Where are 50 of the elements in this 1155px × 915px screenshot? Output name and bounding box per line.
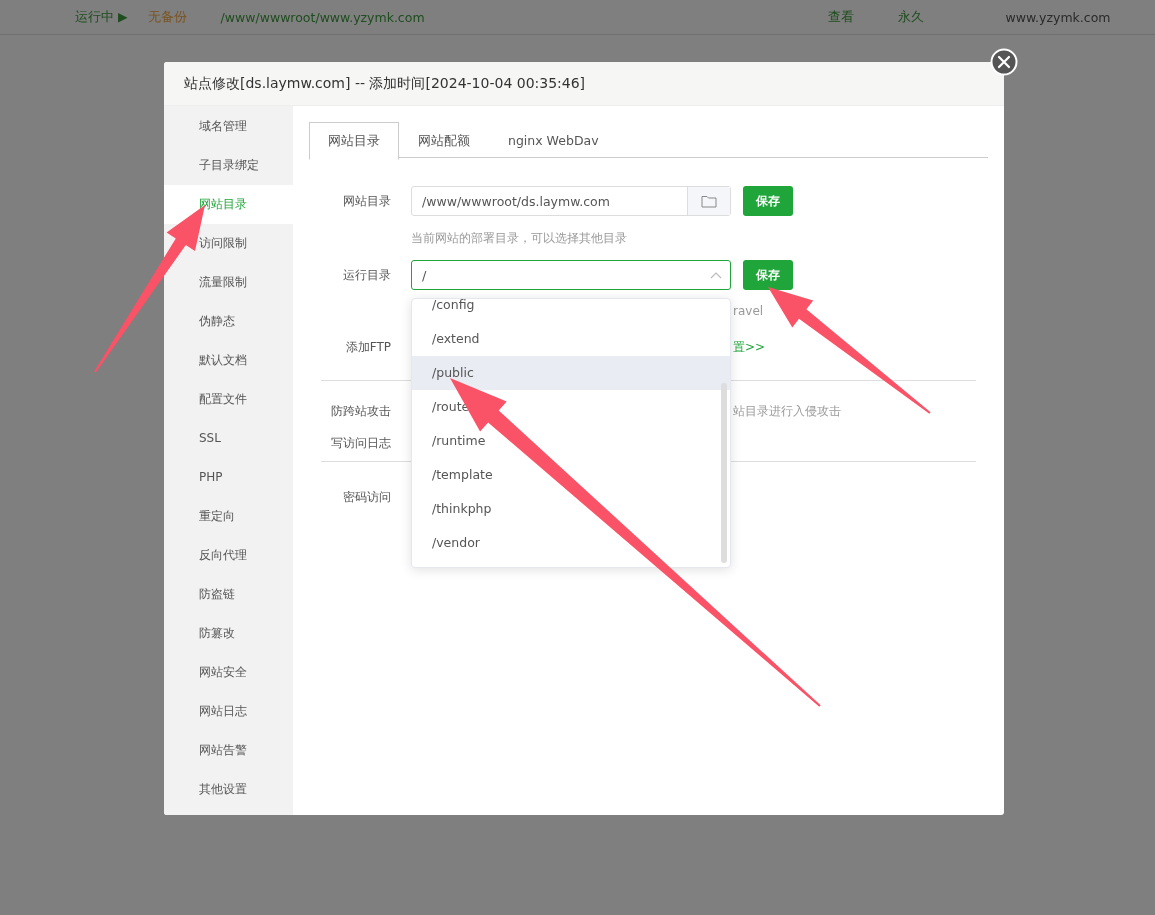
tab[interactable]: 网站目录: [309, 122, 399, 160]
field-label: 写访问日志: [330, 434, 391, 452]
sidebar-item[interactable]: 配置文件: [164, 380, 293, 419]
sidebar-item[interactable]: 其他设置: [164, 770, 293, 809]
sidebar-item[interactable]: 流量限制: [164, 263, 293, 302]
hint-text: 站目录进行入侵攻击: [733, 402, 841, 420]
tab[interactable]: 网站配额: [399, 122, 489, 159]
scrollbar[interactable]: [721, 383, 727, 563]
field-label: 防跨站攻击: [330, 402, 391, 420]
field-label: 添加FTP: [344, 338, 391, 356]
sidebar-item[interactable]: 网站安全: [164, 653, 293, 692]
sidebar-item[interactable]: 防盗链: [164, 575, 293, 614]
field-label: 密码访问: [342, 488, 391, 506]
dropdown-option[interactable]: /template: [412, 458, 730, 492]
dropdown-option[interactable]: /runtime: [412, 424, 730, 458]
sidebar-item[interactable]: 域名管理: [164, 107, 293, 146]
tab[interactable]: nginx WebDav: [489, 122, 618, 159]
dropdown-option[interactable]: /thinkphp: [412, 492, 730, 526]
sidebar-item[interactable]: 访问限制: [164, 224, 293, 263]
dropdown-option[interactable]: /vendor: [412, 526, 730, 560]
hint-text: ravel: [733, 304, 764, 318]
dropdown-option[interactable]: /route: [412, 390, 730, 424]
hint-text: 当前网站的部署目录，可以选择其他目录: [411, 229, 627, 247]
site-path: /www/wwwroot/www.yzymk.com: [220, 9, 425, 25]
settings-link[interactable]: 置>>: [733, 338, 766, 356]
folder-icon[interactable]: [701, 194, 717, 208]
backup-status: 无备份: [147, 8, 187, 26]
dialog-title: 站点修改[ds.laymw.com] -- 添加时间[2024-10-04 00:35:46]: [184, 74, 586, 93]
sidebar-item[interactable]: 网站日志: [164, 692, 293, 731]
field-label: 网站目录: [342, 192, 391, 210]
path-field[interactable]: /www/wwwroot/ds.laymw.com: [411, 186, 731, 216]
field-label: 运行目录: [342, 266, 391, 284]
dropdown-option[interactable]: /config: [412, 299, 730, 322]
domain-text: www.yzymk.com: [1005, 9, 1111, 25]
sidebar-item[interactable]: 默认文档: [164, 341, 293, 380]
sidebar-item[interactable]: 子目录绑定: [164, 146, 293, 185]
dropdown-option[interactable]: /extend: [412, 322, 730, 356]
dropdown-option[interactable]: /public: [412, 356, 730, 390]
sidebar-item[interactable]: 反向代理: [164, 536, 293, 575]
sidebar-item[interactable]: SSL: [164, 419, 293, 458]
sidebar-item[interactable]: 网站告警: [164, 731, 293, 770]
select-field[interactable]: /: [411, 260, 731, 290]
status-text: 运行中 ▶: [75, 8, 128, 26]
sidebar-item[interactable]: 防篡改: [164, 614, 293, 653]
sidebar-item[interactable]: 伪静态: [164, 302, 293, 341]
sidebar-item[interactable]: PHP: [164, 458, 293, 497]
close-button[interactable]: [990, 48, 1018, 76]
expiry-text: 永久: [897, 8, 924, 26]
caret-icon: [710, 271, 722, 279]
sidebar-item[interactable]: 重定向: [164, 497, 293, 536]
